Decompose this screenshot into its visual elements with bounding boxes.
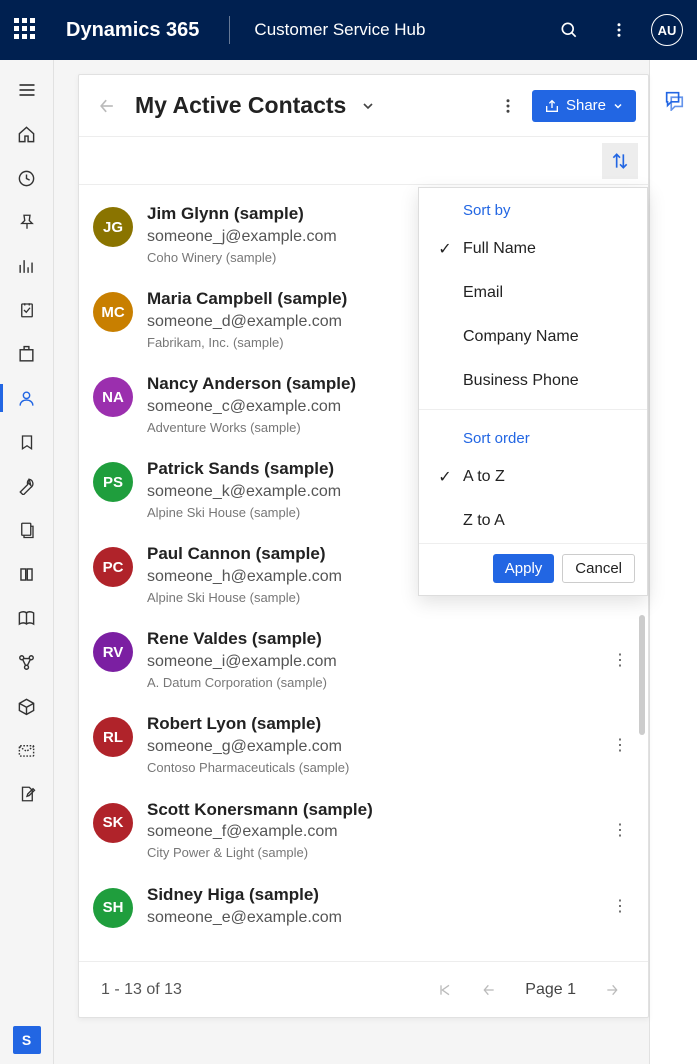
search-icon[interactable]	[551, 12, 587, 48]
user-avatar[interactable]: AU	[651, 14, 683, 46]
share-icon	[544, 98, 560, 114]
card-header: My Active Contacts Share	[79, 75, 648, 137]
sort-field-option[interactable]: Company Name	[419, 315, 647, 359]
left-nav-rail: S	[0, 60, 54, 1064]
page-label: Page 1	[525, 981, 576, 999]
chevron-down-icon[interactable]	[360, 98, 376, 114]
sort-option-label: A to Z	[463, 468, 505, 486]
sort-option-label: Company Name	[463, 328, 579, 346]
hub-title[interactable]: Customer Service Hub	[254, 20, 537, 40]
cases-icon[interactable]	[0, 420, 54, 464]
next-page-icon[interactable]	[598, 976, 626, 1004]
sort-order-option[interactable]: Z to A	[419, 499, 647, 543]
scrollbar[interactable]	[639, 615, 645, 735]
avatar: RV	[93, 632, 133, 672]
avatar: SH	[93, 888, 133, 928]
view-title[interactable]: My Active Contacts	[135, 92, 346, 119]
activities-icon[interactable]	[0, 288, 54, 332]
avatar: RL	[93, 717, 133, 757]
share-button[interactable]: Share	[532, 90, 636, 122]
chevron-down-icon	[612, 100, 624, 112]
app-switcher-badge[interactable]: S	[13, 1026, 41, 1054]
first-page-icon[interactable]	[431, 976, 459, 1004]
sort-option-label: Full Name	[463, 240, 536, 258]
record-range: 1 - 13 of 13	[101, 981, 415, 999]
contact-email: someone_g@example.com	[147, 736, 592, 758]
contact-name: Sidney Higa (sample)	[147, 884, 592, 907]
recent-icon[interactable]	[0, 156, 54, 200]
contact-email: someone_i@example.com	[147, 651, 592, 673]
avatar: PC	[93, 547, 133, 587]
row-more-icon[interactable]: ⋮	[606, 820, 634, 840]
cancel-button[interactable]: Cancel	[562, 554, 635, 583]
avatar: MC	[93, 292, 133, 332]
prev-page-icon[interactable]	[475, 976, 503, 1004]
sort-field-option[interactable]: Email	[419, 271, 647, 315]
pin-icon[interactable]	[0, 200, 54, 244]
contact-row[interactable]: SH Sidney Higa (sample)someone_e@example…	[79, 872, 648, 940]
back-arrow-icon[interactable]	[91, 90, 123, 122]
check-icon: ✓	[433, 239, 457, 259]
brand-title: Dynamics 365	[66, 19, 199, 42]
sort-panel: Sort by ✓ Full Name Email Company Name Bu…	[418, 187, 648, 596]
sort-option-label: Email	[463, 284, 503, 302]
contact-company: Contoso Pharmaceuticals (sample)	[147, 759, 592, 777]
hamburger-icon[interactable]	[0, 68, 54, 112]
global-header: Dynamics 365 Customer Service Hub AU	[0, 0, 697, 60]
pager: 1 - 13 of 13 Page 1	[79, 961, 648, 1017]
share-button-label: Share	[566, 97, 606, 114]
check-icon: ✓	[433, 467, 457, 487]
avatar: PS	[93, 462, 133, 502]
avatar: JG	[93, 207, 133, 247]
contact-company: City Power & Light (sample)	[147, 844, 592, 862]
header-divider	[229, 16, 230, 44]
sort-option-label: Z to A	[463, 512, 505, 530]
mail-icon[interactable]	[0, 728, 54, 772]
sort-field-option[interactable]: Business Phone	[419, 359, 647, 403]
sort-order-label: Sort order	[419, 416, 647, 455]
sort-field-option[interactable]: ✓ Full Name	[419, 227, 647, 271]
dashboard-icon[interactable]	[0, 244, 54, 288]
contact-email: someone_f@example.com	[147, 821, 592, 843]
overflow-menu-icon[interactable]	[492, 90, 524, 122]
row-more-icon[interactable]: ⋮	[606, 896, 634, 916]
contact-company: A. Datum Corporation (sample)	[147, 674, 592, 692]
book-icon[interactable]	[0, 596, 54, 640]
sort-toggle-button[interactable]	[602, 143, 638, 179]
row-more-icon[interactable]: ⋮	[606, 650, 634, 670]
sort-option-label: Business Phone	[463, 372, 579, 390]
more-vertical-icon[interactable]	[601, 12, 637, 48]
contact-name: Scott Konersmann (sample)	[147, 799, 592, 822]
contact-name: Robert Lyon (sample)	[147, 713, 592, 736]
contacts-card: My Active Contacts Share	[78, 74, 649, 1018]
apply-button[interactable]: Apply	[493, 554, 555, 583]
queue-icon[interactable]	[0, 508, 54, 552]
contact-row[interactable]: RV Rene Valdes (sample)someone_i@example…	[79, 616, 648, 701]
app-launcher-icon[interactable]	[14, 18, 38, 42]
sort-bar	[79, 137, 648, 185]
contact-name: Rene Valdes (sample)	[147, 628, 592, 651]
row-more-icon[interactable]: ⋮	[606, 735, 634, 755]
connections-icon[interactable]	[0, 640, 54, 684]
box-icon[interactable]	[0, 684, 54, 728]
right-rail	[649, 60, 697, 1064]
edit-page-icon[interactable]	[0, 772, 54, 816]
main-content: My Active Contacts Share	[54, 60, 649, 1064]
contact-row[interactable]: SK Scott Konersmann (sample)someone_f@ex…	[79, 787, 648, 872]
contact-row[interactable]: RL Robert Lyon (sample)someone_g@example…	[79, 701, 648, 786]
sort-order-option[interactable]: ✓ A to Z	[419, 455, 647, 499]
avatar: SK	[93, 803, 133, 843]
knowledge-icon[interactable]	[0, 552, 54, 596]
assistant-chat-icon[interactable]	[650, 78, 697, 122]
sort-by-label: Sort by	[419, 188, 647, 227]
contact-email: someone_e@example.com	[147, 907, 592, 929]
avatar: NA	[93, 377, 133, 417]
accounts-icon[interactable]	[0, 332, 54, 376]
contacts-icon[interactable]	[0, 376, 54, 420]
wrench-icon[interactable]	[0, 464, 54, 508]
home-icon[interactable]	[0, 112, 54, 156]
